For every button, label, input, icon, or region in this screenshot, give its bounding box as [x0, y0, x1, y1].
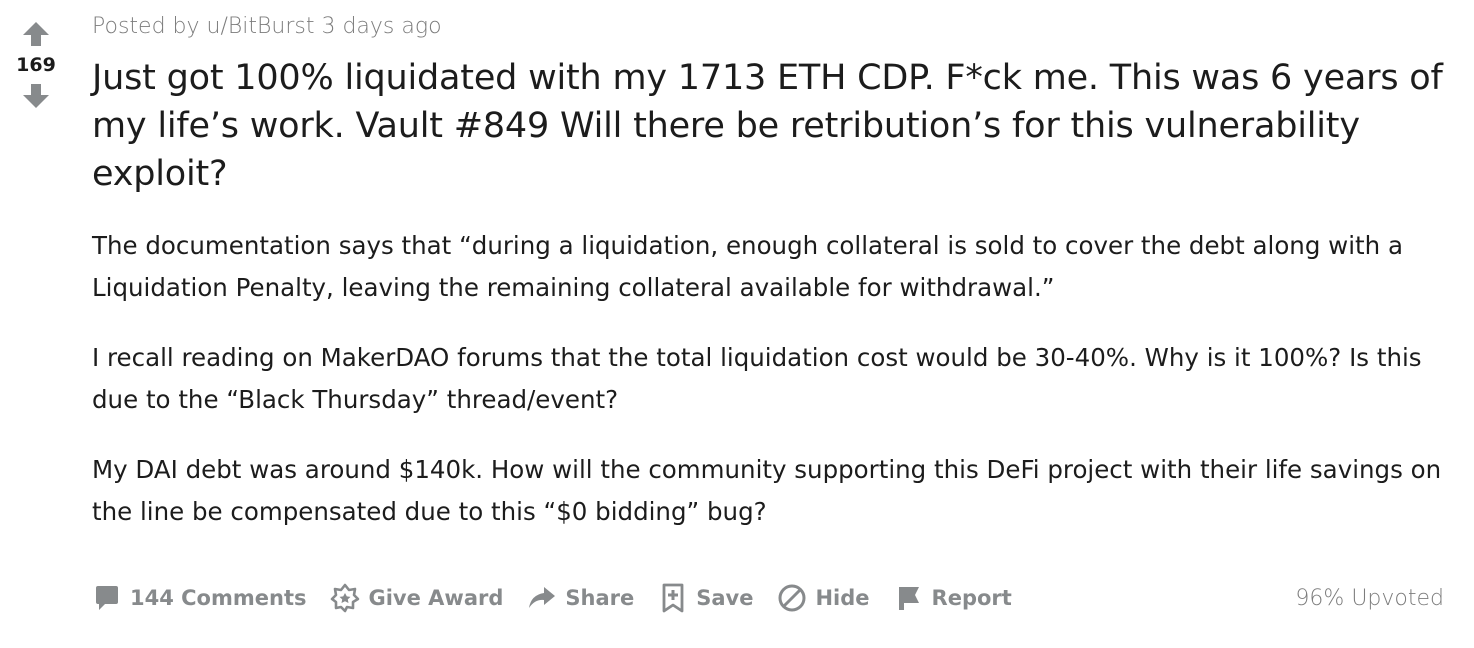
report-button[interactable]: Report	[894, 583, 1012, 613]
vote-score: 169	[16, 54, 56, 76]
upvote-button[interactable]	[16, 14, 56, 54]
post-title: Just got 100% liquidated with my 1713 ET…	[92, 58, 1443, 194]
upvoted-ratio: 96% Upvoted	[1295, 585, 1444, 611]
give-award-button[interactable]: Give Award	[330, 583, 503, 613]
post-meta: Posted by u/BitBurst 3 days ago	[92, 14, 442, 39]
arrow-up-icon	[23, 22, 49, 46]
give-award-label: Give Award	[368, 586, 504, 610]
comment-icon	[92, 583, 122, 613]
post-body: The documentation says that “during a li…	[92, 225, 1447, 533]
arrow-down-icon	[23, 84, 49, 108]
comments-label: 144 Comments	[130, 586, 307, 610]
comments-button[interactable]: 144 Comments	[92, 583, 306, 613]
hide-icon	[777, 583, 807, 613]
downvote-button[interactable]	[16, 76, 56, 116]
save-label: Save	[696, 586, 754, 610]
save-button[interactable]: Save	[658, 583, 753, 613]
post-paragraph: I recall reading on MakerDAO forums that…	[92, 343, 1422, 414]
vote-column: 169	[0, 14, 72, 116]
share-label: Share	[565, 586, 635, 610]
share-button[interactable]: Share	[527, 583, 634, 613]
post-paragraph: The documentation says that “during a li…	[92, 231, 1403, 302]
flag-icon	[894, 583, 924, 613]
share-icon	[527, 583, 557, 613]
post-content: Posted by u/BitBurst 3 days ago Just got…	[92, 0, 1447, 561]
post-paragraph: My DAI debt was around $140k. How will t…	[92, 455, 1442, 526]
report-label: Report	[931, 586, 1012, 610]
post-actions-bar: 144 Comments Give Award Share Save Hide …	[92, 578, 1444, 618]
award-icon	[330, 583, 360, 613]
hide-label: Hide	[815, 586, 870, 610]
hide-button[interactable]: Hide	[777, 583, 870, 613]
bookmark-icon	[658, 583, 688, 613]
